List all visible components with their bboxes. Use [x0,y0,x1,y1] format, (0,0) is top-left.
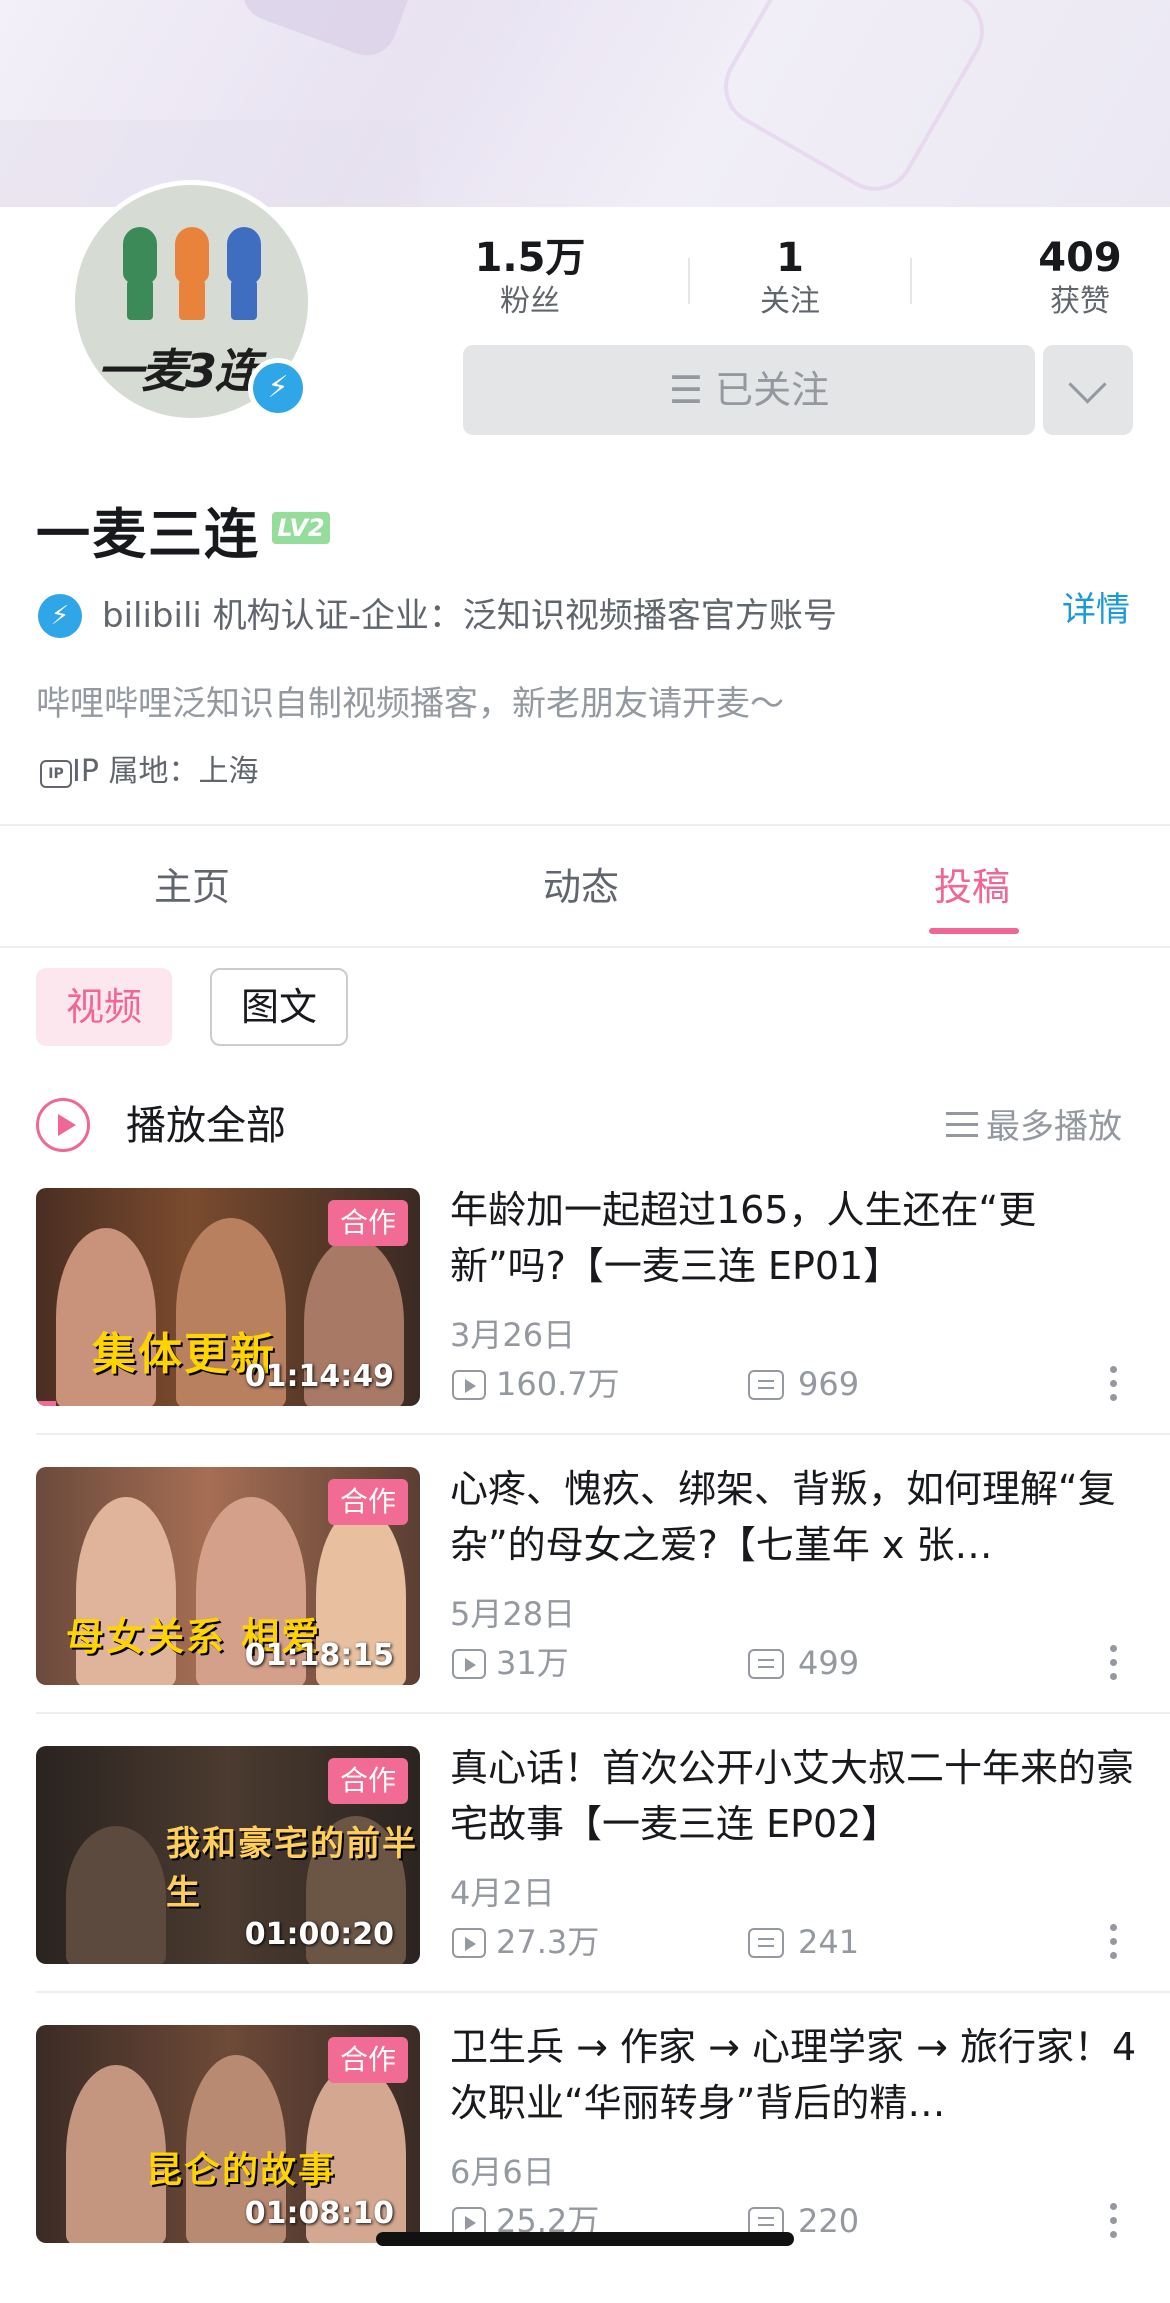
tab-home[interactable]: 主页 [154,862,230,912]
stat-following[interactable]: 1 关注 [740,232,840,320]
profile-name: 一麦三连 [36,503,260,566]
stat-likes[interactable]: 409 获赞 [1020,232,1140,320]
video-duration: 01:14:49 [244,1359,394,1394]
comment-count: 241 [798,1923,860,1961]
play-count-icon [452,1928,486,1958]
stat-value: 1 [776,235,804,281]
more-vertical-icon[interactable] [1110,1645,1120,1685]
video-thumbnail[interactable]: 我和豪宅的前半生 合作 01:00:20 [36,1746,420,1964]
verified-bolt-icon: ⚡ [253,363,303,413]
active-tab-indicator [929,928,1019,934]
banner-decoration [709,0,999,206]
avatar-logo-text: 一麦3连 [97,344,261,398]
microphone-icon [227,227,261,283]
video-title[interactable]: 心疼、愧疚、绑架、背叛，如何理解“复杂”的母女之爱?【七堇年 x 张… [450,1461,1140,1573]
comment-icon [748,1370,784,1400]
thumbnail-person [66,1826,166,1964]
video-item[interactable]: 昆仑的故事 合作 01:08:10 卫生兵 → 作家 → 心理学家 → 旅行家！… [0,2025,1170,2303]
video-item[interactable]: 我和豪宅的前半生 合作 01:00:20 真心话！首次公开小艾大叔二十年来的豪宅… [0,1746,1170,2024]
stat-divider [910,258,912,304]
stat-label: 关注 [760,284,820,319]
comment-icon [748,1928,784,1958]
watch-progress [36,1401,56,1406]
chevron-down-icon [1068,365,1107,404]
profile-stats: 1.5万 粉丝 1 关注 409 获赞 [440,232,1140,322]
video-item[interactable]: 母女关系 相爱 合作 01:18:15 心疼、愧疚、绑架、背叛，如何理解“复杂”… [0,1467,1170,1745]
item-divider [36,1433,1170,1435]
video-title[interactable]: 真心话！首次公开小艾大叔二十年来的豪宅故事【一麦三连 EP02】 [450,1740,1140,1852]
stat-value: 409 [1038,235,1122,281]
section-divider [0,824,1170,826]
more-vertical-icon[interactable] [1110,1924,1120,1964]
stat-value: 1.5万 [474,235,586,281]
video-title[interactable]: 卫生兵 → 作家 → 心理学家 → 旅行家！4次职业“华丽转身”背后的精… [450,2019,1140,2131]
avatar-figure [231,280,257,320]
video-date: 4月2日 [450,1874,555,1912]
avatar-figure [179,280,205,320]
tab-divider [0,946,1170,948]
collab-badge: 合作 [328,1200,408,1246]
item-divider [36,1991,1170,1993]
play-count-icon [452,1649,486,1679]
video-thumbnail[interactable]: 集体更新 合作 01:14:49 [36,1188,420,1406]
collab-badge: 合作 [328,1479,408,1525]
banner-decoration [234,0,426,64]
thumbnail-caption: 昆仑的故事 [146,2150,337,2191]
collab-badge: 合作 [328,1758,408,1804]
filter-article[interactable]: 图文 [210,968,348,1046]
following-button[interactable]: ☰ 已关注 [463,345,1035,435]
stat-label: 获赞 [1050,284,1110,319]
collab-badge: 合作 [328,2037,408,2083]
stat-fans[interactable]: 1.5万 粉丝 [440,232,620,320]
ip-icon: IP [40,760,72,788]
video-thumbnail[interactable]: 昆仑的故事 合作 01:08:10 [36,2025,420,2243]
comment-count: 499 [798,1644,860,1682]
video-thumbnail[interactable]: 母女关系 相爱 合作 01:18:15 [36,1467,420,1685]
profile-signature: 哔哩哔哩泛知识自制视频播客，新老朋友请开麦～ [36,684,784,724]
item-divider [36,1712,1170,1714]
details-link[interactable]: 详情 [1062,588,1130,632]
video-duration: 01:00:20 [244,1917,394,1952]
verified-bolt-icon: ⚡ [38,594,82,638]
ip-location: IP 属地：上海 [72,754,259,789]
more-vertical-icon[interactable] [1110,1366,1120,1406]
stat-label: 粉丝 [500,284,560,319]
play-all-button[interactable]: 播放全部 [126,1100,286,1152]
home-indicator[interactable] [376,2232,794,2246]
verified-badge: ⚡ [248,358,308,418]
play-count: 31万 [496,1644,569,1682]
filter-video[interactable]: 视频 [36,968,172,1046]
sort-button[interactable]: 最多播放 [986,1104,1122,1150]
comment-count: 220 [798,2202,860,2240]
follow-options-button[interactable] [1043,345,1133,435]
sort-list-icon[interactable] [946,1112,978,1138]
video-duration: 01:18:15 [244,1638,394,1673]
avatar-figure [127,280,153,320]
play-circle-icon[interactable] [36,1098,90,1152]
video-date: 3月26日 [450,1316,576,1354]
comment-count: 969 [798,1365,860,1403]
play-count: 160.7万 [496,1365,620,1403]
tab-dynamics[interactable]: 动态 [543,862,619,912]
more-vertical-icon[interactable] [1110,2203,1120,2243]
video-title[interactable]: 年龄加一起超过165，人生还在“更新”吗?【一麦三连 EP01】 [450,1182,1140,1294]
microphone-icon [175,227,209,283]
profile-banner [0,0,1170,207]
thumbnail-caption: 我和豪宅的前半生 [166,1824,418,1913]
stat-divider [688,258,690,304]
play-count-icon [452,1370,486,1400]
play-count: 27.3万 [496,1923,600,1961]
tab-uploads[interactable]: 投稿 [934,862,1010,912]
certification-text: bilibili 机构认证-企业：泛知识视频播客官方账号 [102,596,837,636]
video-item[interactable]: 集体更新 合作 01:14:49 年龄加一起超过165，人生还在“更新”吗?【一… [0,1188,1170,1466]
video-date: 5月28日 [450,1595,576,1633]
comment-icon [748,1649,784,1679]
microphone-icon [123,227,157,283]
video-date: 6月6日 [450,2153,555,2191]
level-badge: LV2 [272,512,330,544]
video-duration: 01:08:10 [244,2196,394,2231]
avatar[interactable]: 一麦3连 ⚡ [70,180,313,423]
